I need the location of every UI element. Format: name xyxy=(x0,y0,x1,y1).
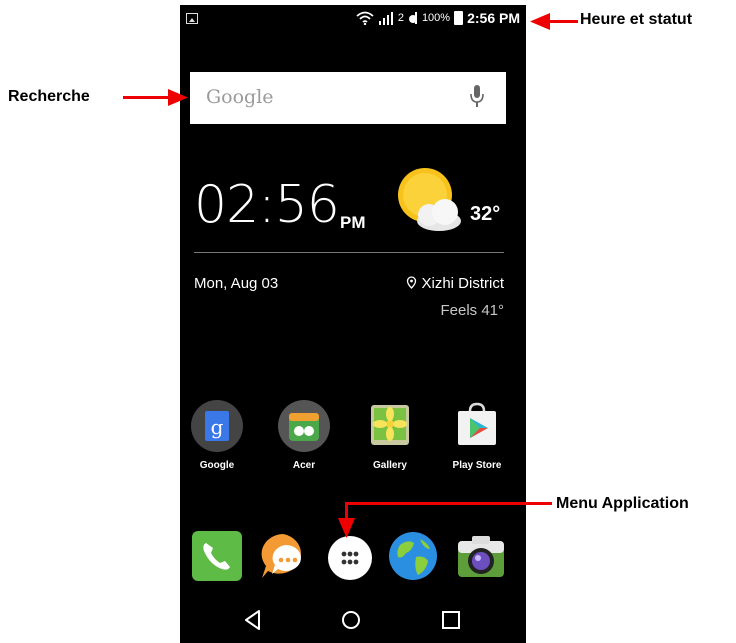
location-pin-icon xyxy=(407,276,417,289)
home-icon[interactable] xyxy=(338,607,364,633)
gallery-icon xyxy=(371,405,409,445)
temperature: 32° xyxy=(470,203,501,225)
status-bar: 2 100% 2:56 PM xyxy=(180,5,526,33)
google-search-icon: g xyxy=(191,400,243,452)
app-play-store[interactable]: Play Store xyxy=(442,399,512,471)
battery-percent: 100% xyxy=(421,12,451,24)
acer-icon xyxy=(278,400,330,452)
date-label: Mon, Aug 03 xyxy=(194,275,279,292)
widget-divider xyxy=(194,252,504,253)
search-placeholder: Google xyxy=(206,86,274,108)
location-text: Xizhi District xyxy=(421,275,504,292)
wifi-icon xyxy=(356,11,374,25)
app-drawer-icon[interactable] xyxy=(325,533,375,583)
arrow-search-line xyxy=(123,96,171,99)
battery-icon xyxy=(454,11,464,25)
arrow-menu-head xyxy=(338,518,355,538)
location-label: Xizhi District xyxy=(406,275,504,292)
arrow-status-line xyxy=(548,20,578,23)
annotation-status: Heure et statut xyxy=(580,11,693,28)
app-gallery[interactable]: Gallery xyxy=(355,399,425,471)
status-indicators: 2 100% 2:56 PM xyxy=(356,10,520,26)
signal-icon xyxy=(378,12,393,25)
arrow-search-head xyxy=(168,89,188,106)
browser-icon[interactable] xyxy=(388,531,438,581)
annotation-menu: Menu Application xyxy=(556,495,689,512)
phone-screen: 2 100% 2:56 PM Google 02:56 PM 32° Mon, … xyxy=(180,5,526,643)
microphone-icon[interactable] xyxy=(470,84,484,110)
app-label-google: Google xyxy=(199,460,235,471)
status-time: 2:56 PM xyxy=(467,10,520,26)
svg-text:g: g xyxy=(211,415,224,439)
sim-signal-icon xyxy=(408,12,417,24)
partly-cloudy-icon[interactable] xyxy=(393,165,465,235)
back-icon[interactable] xyxy=(240,607,266,633)
app-label-play-store: Play Store xyxy=(452,460,502,471)
sim-slot-label: 2 xyxy=(397,12,404,24)
arrow-menu-line xyxy=(346,502,552,505)
arrow-status-head xyxy=(530,13,550,30)
feels-like: Feels 41° xyxy=(440,302,504,319)
image-notification-icon xyxy=(186,13,198,24)
camera-icon[interactable] xyxy=(456,531,506,581)
app-label-acer: Acer xyxy=(292,460,316,471)
recent-apps-icon[interactable] xyxy=(438,607,464,633)
navigation-bar xyxy=(180,597,526,643)
app-label-gallery: Gallery xyxy=(373,460,407,471)
messaging-icon[interactable] xyxy=(258,531,308,581)
google-search-bar[interactable]: Google xyxy=(190,72,506,124)
app-acer[interactable]: Acer xyxy=(269,399,339,471)
clock-time[interactable]: 02:56 xyxy=(194,175,340,235)
play-store-icon xyxy=(458,402,496,445)
phone-icon[interactable] xyxy=(192,531,242,581)
app-google[interactable]: g Google xyxy=(182,399,252,471)
clock-ampm: PM xyxy=(340,213,366,232)
annotation-search: Recherche xyxy=(8,88,90,105)
